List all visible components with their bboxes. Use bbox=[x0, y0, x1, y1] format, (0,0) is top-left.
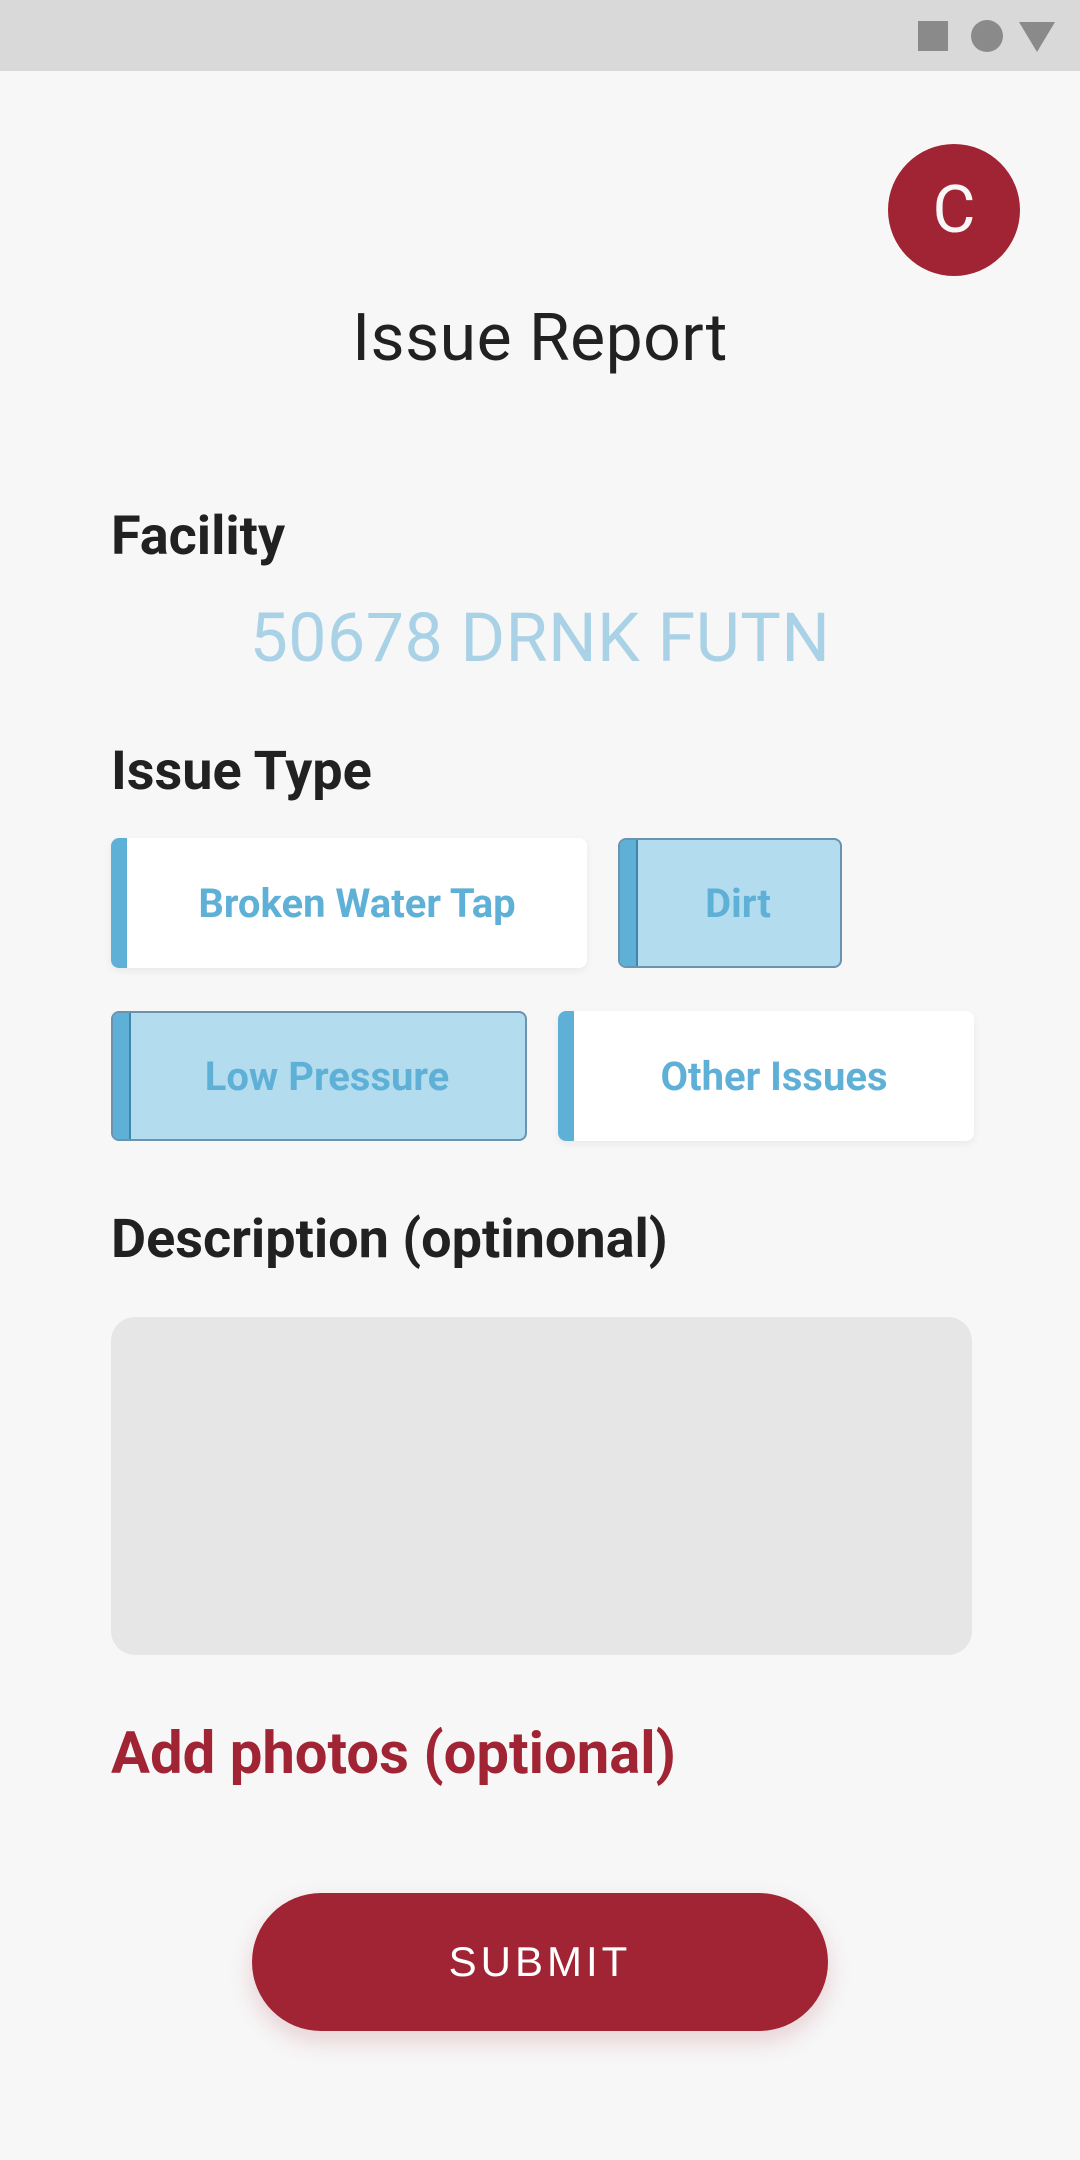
chip-label: Low Pressure bbox=[204, 1052, 450, 1100]
circle-icon bbox=[971, 20, 1003, 52]
chip-label: Dirt bbox=[705, 879, 771, 927]
facility-label: Facility bbox=[111, 505, 286, 568]
issue-option-broken-water-tap[interactable]: Broken Water Tap bbox=[111, 838, 587, 968]
facility-value: 50678 DRNK FUTN bbox=[249, 598, 831, 678]
page-title: Issue Report bbox=[352, 300, 728, 377]
description-input[interactable] bbox=[111, 1317, 972, 1655]
issue-option-low-pressure[interactable]: Low Pressure bbox=[111, 1011, 527, 1141]
submit-button[interactable]: SUBMIT bbox=[252, 1893, 828, 2031]
avatar[interactable]: C bbox=[888, 144, 1020, 276]
chip-label: Other Issues bbox=[660, 1052, 888, 1100]
description-label: Description (optinonal) bbox=[111, 1208, 668, 1271]
chip-label: Broken Water Tap bbox=[198, 879, 516, 927]
issue-option-dirt[interactable]: Dirt bbox=[618, 838, 842, 968]
square-icon bbox=[918, 21, 948, 51]
issue-type-label: Issue Type bbox=[111, 740, 372, 803]
triangle-icon bbox=[1019, 22, 1055, 52]
add-photos-link[interactable]: Add photos (optional) bbox=[111, 1720, 676, 1788]
status-bar bbox=[0, 0, 1080, 71]
issue-option-other-issues[interactable]: Other Issues bbox=[558, 1011, 974, 1141]
